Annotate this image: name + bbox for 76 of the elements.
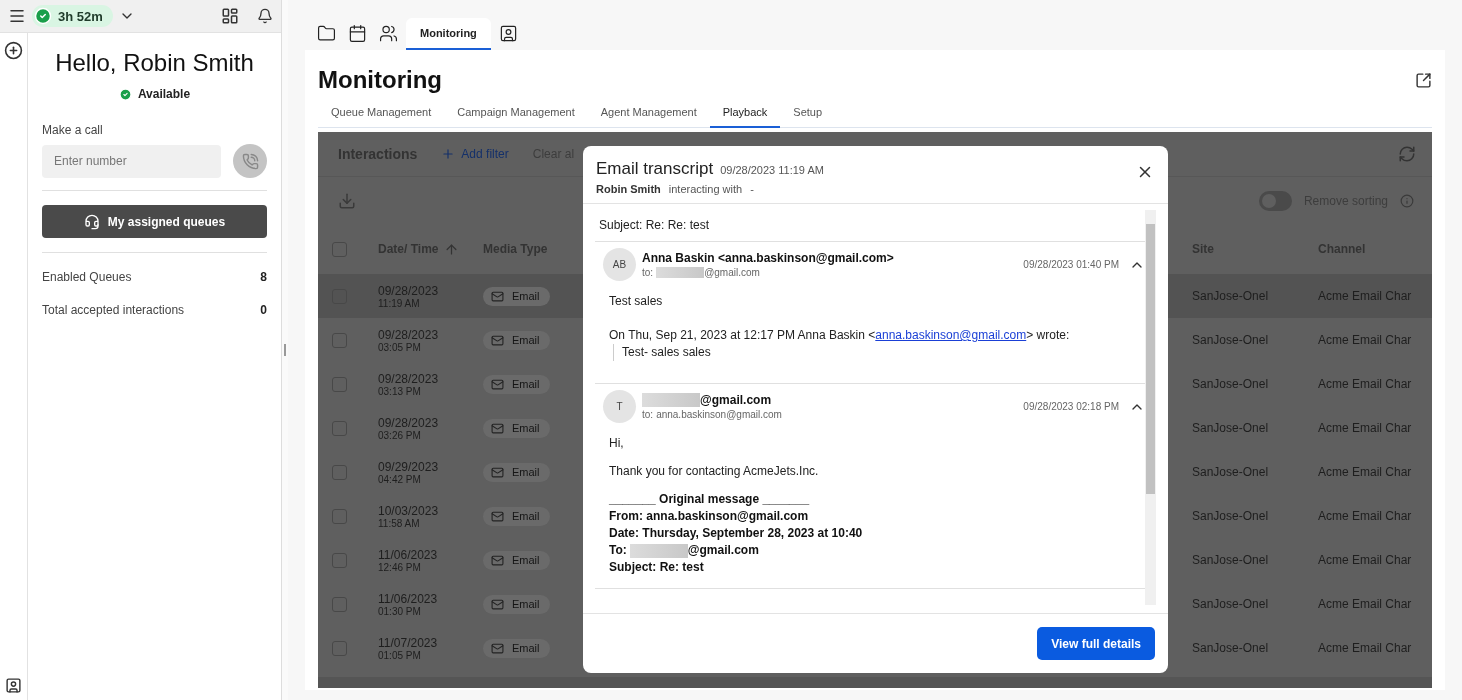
stat-value: 8 (260, 270, 267, 284)
date-text: 11/07/2023 (378, 635, 439, 650)
greeting: Hello, Robin Smith (54, 49, 255, 77)
message-text: @gmail.com (687, 542, 759, 559)
recipient-text: @gmail.com (704, 267, 760, 278)
message-text: Subject: Re: test (609, 559, 705, 576)
media-chip: Email (483, 418, 550, 438)
date-text: 10/03/2023 (378, 503, 440, 518)
message-text: From: anna.baskinson@gmail.com (609, 508, 810, 525)
agent-status: Available (137, 87, 191, 101)
time-text: 04:42 PM (378, 473, 422, 485)
media-chip: Email (483, 374, 550, 394)
stat-label: Enabled Queues (42, 270, 132, 284)
stat-label: Total accepted interactions (42, 303, 185, 317)
page-title: Monitoring (318, 66, 442, 94)
avatar-initials: T (603, 390, 636, 423)
time-text: 03:26 PM (378, 429, 422, 441)
contact-text: - (750, 183, 754, 195)
reply-line: On Thu, Sep 21, 2023 at 12:17 PM Anna Baskin <anna.baskinson@gmail.com> wrote: (609, 327, 1071, 344)
date-text: 09/28/2023 (378, 415, 440, 430)
to-label: to: (642, 409, 654, 420)
message-text: Test sales (609, 293, 664, 310)
interacting-text: interacting with (668, 183, 743, 195)
date-text: 09/28/2023 (378, 371, 440, 386)
table-cell-text: SanJose-Onel (1192, 553, 1270, 567)
date-text: 11/06/2023 (378, 591, 439, 606)
message-text: _______ Original message _______ (609, 491, 811, 508)
dialog-date: 09/28/2023 11:19 AM (720, 164, 824, 176)
message-text: Thank you for contacting AcmeJets.Inc. (609, 463, 820, 480)
media-chip: Email (483, 506, 550, 526)
message-text: Hi, (609, 435, 625, 452)
avatar-initials: AB (603, 248, 636, 281)
recipient-text: anna.baskinson@gmail.com (656, 409, 782, 420)
table-cell-text: Acme Email Char (1318, 597, 1413, 611)
time-text: 11:58 AM (378, 517, 421, 529)
field-label: To: (609, 542, 627, 559)
sender-text: @gmail.com (700, 393, 772, 407)
email-subject: Subject: Re: Re: test (595, 210, 1145, 242)
time-text: 01:05 PM (378, 649, 422, 661)
table-cell-text: SanJose-Onel (1192, 597, 1270, 611)
table-cell-text: Acme Email Char (1318, 377, 1413, 391)
time-text: 01:30 PM (378, 605, 422, 617)
time-text: 03:05 PM (378, 341, 422, 353)
date-text: 09/28/2023 (378, 327, 440, 342)
timer-text: 3h 52m (58, 8, 103, 24)
table-cell-text: SanJose-Onel (1192, 509, 1270, 523)
media-chip: Email (483, 462, 550, 482)
stat-value: 0 (260, 303, 267, 317)
date-text: 09/29/2023 (378, 459, 440, 474)
table-cell-text: Acme Email Char (1318, 465, 1413, 479)
table-cell-text: Acme Email Char (1318, 421, 1413, 435)
to-label: to: (642, 267, 654, 278)
table-cell-text: SanJose-Onel (1192, 641, 1270, 655)
media-chip: Email (483, 330, 550, 350)
media-chip: Email (483, 550, 550, 570)
table-cell-text: Acme Email Char (1318, 641, 1413, 655)
time-text: 12:46 PM (378, 561, 422, 573)
message-time: 09/28/2023 02:18 PM (1023, 401, 1119, 412)
agent-name: Robin Smith (596, 183, 661, 195)
call-label: Make a call (42, 123, 104, 137)
sender-text: Anna Baskin <anna.baskinson@gmail.com> (642, 251, 894, 265)
media-chip: Email (483, 638, 550, 658)
media-chip: Email (483, 286, 550, 306)
table-cell-text: Acme Email Char (1318, 333, 1413, 347)
media-chip: Email (483, 594, 550, 614)
table-cell-text: SanJose-Onel (1192, 465, 1270, 479)
date-text: 11/06/2023 (378, 547, 439, 562)
table-cell-text: SanJose-Onel (1192, 421, 1270, 435)
table-cell-text: Acme Email Char (1318, 553, 1413, 567)
time-text: 03:13 PM (378, 385, 422, 397)
message-time: 09/28/2023 01:40 PM (1023, 259, 1119, 270)
message-text: Date: Thursday, September 28, 2023 at 10:40 (609, 525, 864, 542)
table-cell-text: SanJose-Onel (1192, 377, 1270, 391)
table-cell-text: Acme Email Char (1318, 509, 1413, 523)
dialog-title: Email transcript (596, 159, 714, 179)
table-cell-text: SanJose-Onel (1192, 333, 1270, 347)
